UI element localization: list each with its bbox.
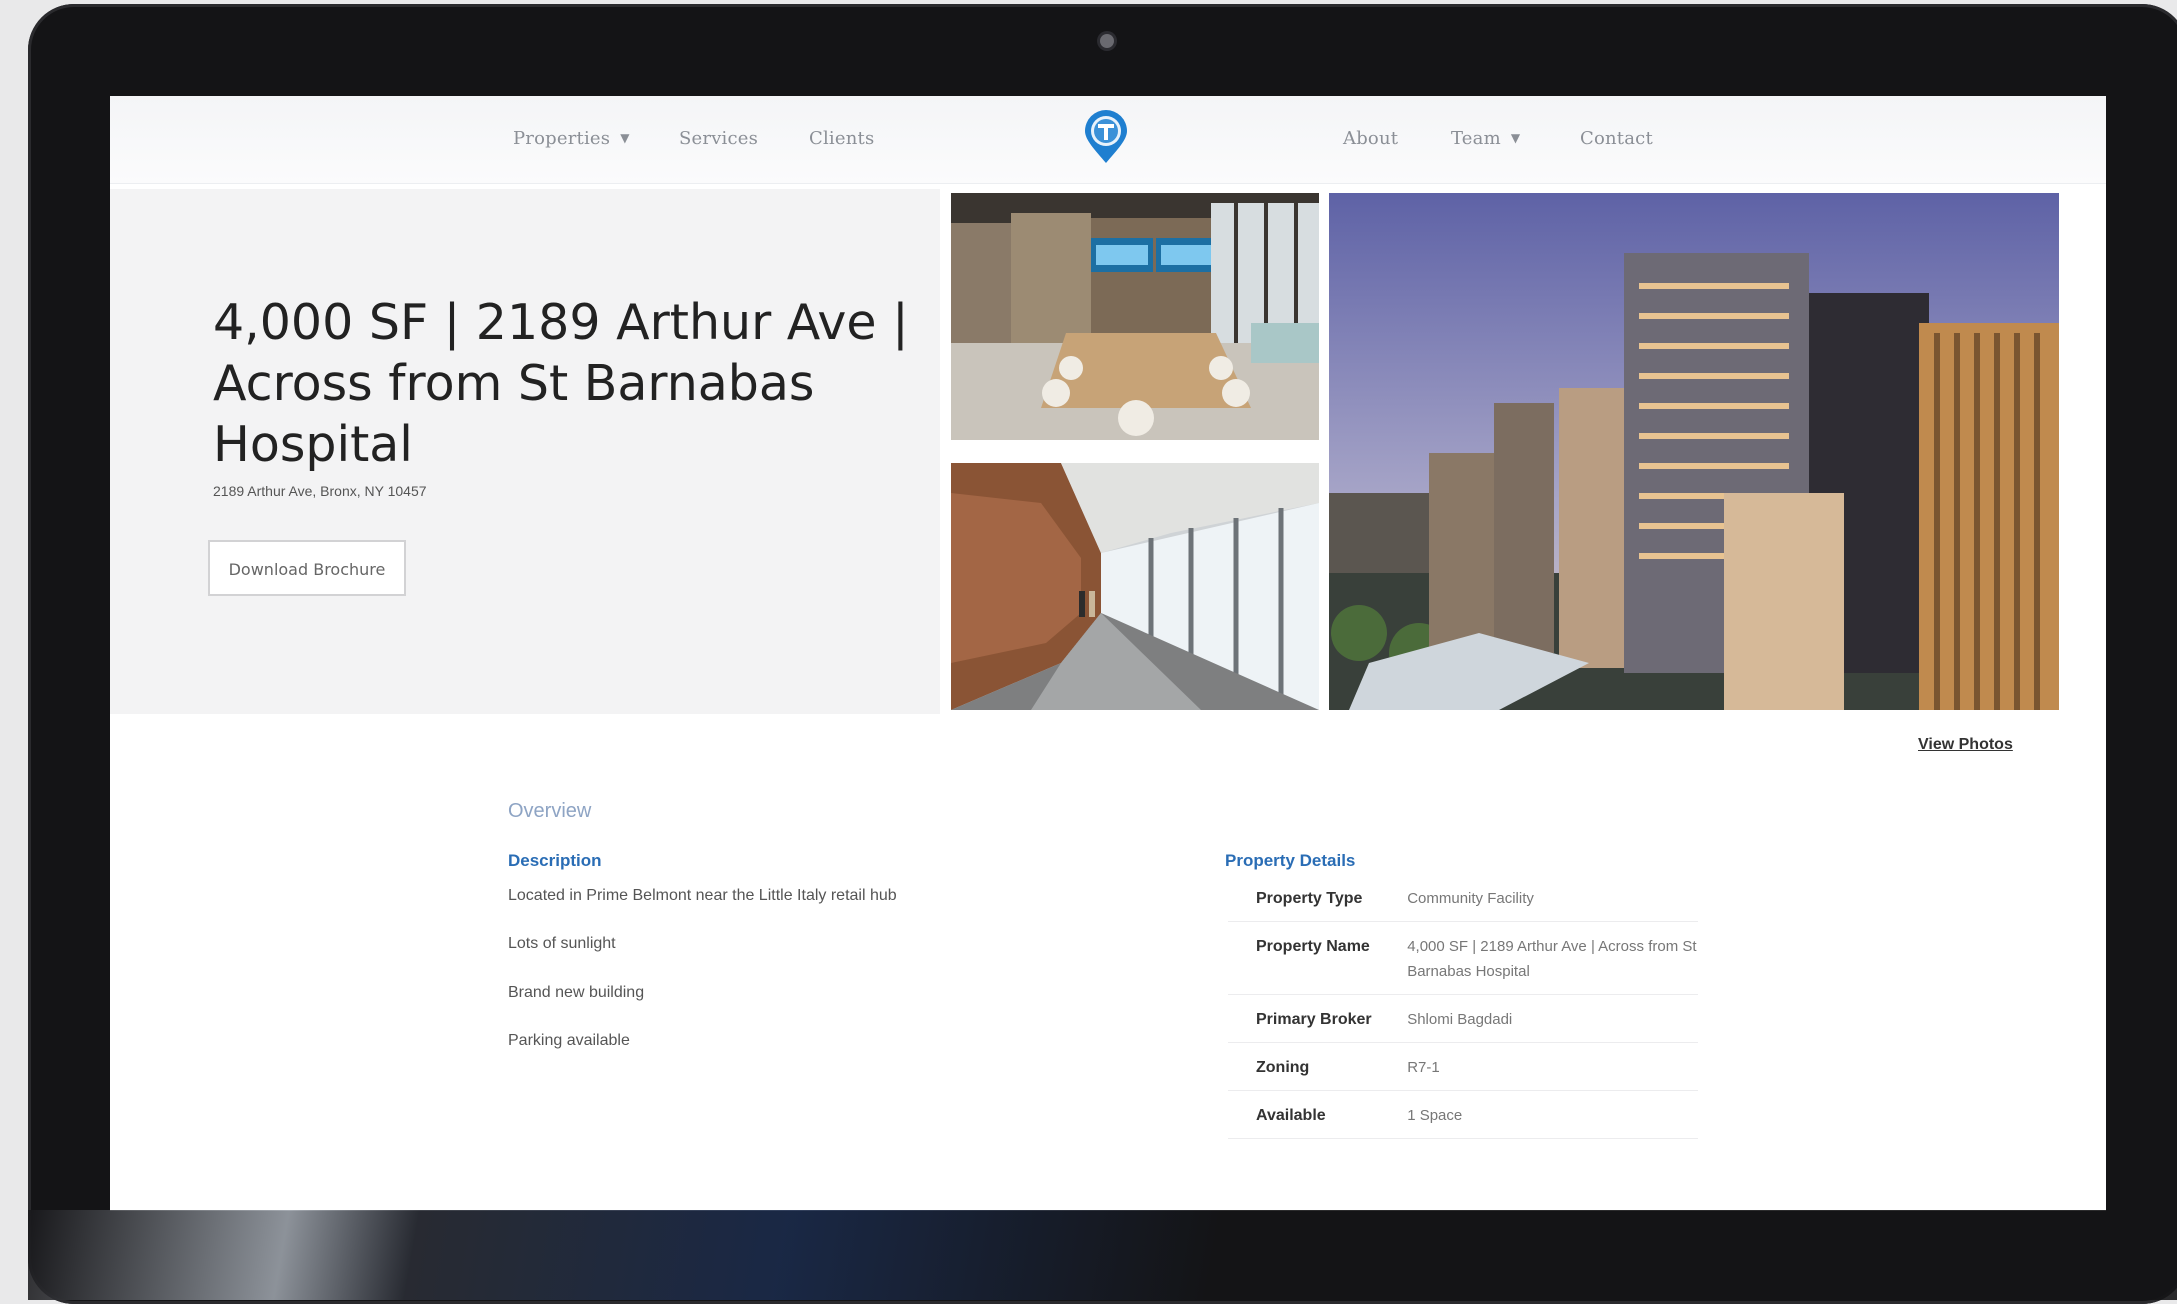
nav-services[interactable]: Services <box>679 128 758 149</box>
details-key: Available <box>1256 1107 1326 1124</box>
photo-corridor[interactable] <box>951 463 1319 710</box>
description-line: Located in Prime Belmont near the Little… <box>508 887 897 904</box>
nav-contact[interactable]: Contact <box>1580 128 1653 149</box>
details-row: Property Type Community Facility <box>1228 874 1698 922</box>
map-pin-logo-icon[interactable] <box>1083 110 1129 164</box>
nav-team[interactable]: Team ▼ <box>1451 128 1520 149</box>
details-row: Zoning R7-1 <box>1228 1043 1698 1091</box>
details-row: Primary Broker Shlomi Bagdadi <box>1228 995 1698 1043</box>
details-value: 1 Space <box>1407 1107 1463 1124</box>
description-line: Parking available <box>508 1032 630 1049</box>
property-details-table: Property Type Community Facility Propert… <box>1228 874 1698 1139</box>
chevron-down-icon: ▼ <box>620 131 630 145</box>
nav-about[interactable]: About <box>1343 128 1398 149</box>
top-navigation: Properties ▼ Services Clients About Team ▼… <box>110 96 2106 184</box>
nav-properties-label: Properties <box>513 128 611 149</box>
nav-clients[interactable]: Clients <box>809 128 874 149</box>
download-brochure-button[interactable]: Download Brochure <box>208 540 406 596</box>
description-heading: Description <box>508 851 602 870</box>
chevron-down-icon: ▼ <box>1510 131 1521 145</box>
details-key: Property Type <box>1256 890 1363 907</box>
nav-team-label: Team <box>1451 128 1501 149</box>
nav-properties[interactable]: Properties ▼ <box>513 128 630 149</box>
description-line: Brand new building <box>508 984 645 1001</box>
details-row: Available 1 Space <box>1228 1091 1698 1139</box>
screen-reflection <box>28 1210 2177 1300</box>
photo-conference-room[interactable] <box>951 193 1319 440</box>
browser-screen: Properties ▼ Services Clients About Team ▼… <box>110 96 2106 1211</box>
photo-building-exterior[interactable] <box>1329 193 2059 710</box>
details-value: R7-1 <box>1407 1059 1440 1076</box>
details-value: Shlomi Bagdadi <box>1407 1011 1513 1028</box>
property-details-heading: Property Details <box>1225 851 1356 870</box>
details-value: Community Facility <box>1407 890 1534 907</box>
property-address: 2189 Arthur Ave, Bronx, NY 10457 <box>213 483 427 499</box>
details-key: Zoning <box>1256 1059 1310 1076</box>
overview-heading: Overview <box>508 800 592 822</box>
view-photos-link[interactable]: View Photos <box>1918 736 2013 754</box>
webcam <box>1100 34 1114 48</box>
description-line: Lots of sunlight <box>508 935 616 952</box>
details-row: Property Name 4,000 SF | 2189 Arthur Ave… <box>1228 922 1698 995</box>
details-key: Property Name <box>1256 938 1370 955</box>
details-key: Primary Broker <box>1256 1011 1372 1028</box>
property-title: 4,000 SF | 2189 Arthur Ave | Across from… <box>213 294 909 473</box>
details-value: 4,000 SF | 2189 Arthur Ave | Across from… <box>1407 938 1697 980</box>
